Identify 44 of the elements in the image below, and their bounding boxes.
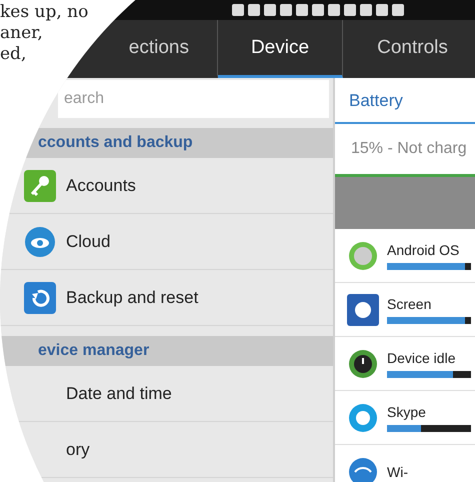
app-row[interactable]: Android OS — [335, 229, 475, 283]
notification-icon — [296, 4, 308, 16]
item-label: Date and time — [66, 384, 172, 404]
article-text: ed, — [0, 44, 26, 65]
notification-icon — [328, 4, 340, 16]
app-row[interactable]: Wi- — [335, 445, 475, 482]
article-text: aner, — [0, 23, 43, 44]
search-field[interactable]: earch — [58, 80, 329, 118]
settings-item[interactable]: ory — [0, 422, 333, 478]
item-label: ory — [66, 440, 90, 460]
section-header: evice manager — [0, 336, 333, 366]
key-icon — [24, 170, 56, 202]
notification-icon — [280, 4, 292, 16]
settings-item[interactable]: Accounts — [0, 158, 333, 214]
app-row[interactable]: Device idle — [335, 337, 475, 391]
brightness-icon — [347, 294, 379, 326]
settings-item[interactable]: Cloud — [0, 214, 333, 270]
settings-item[interactable]: Date and time — [0, 366, 333, 422]
item-label: Accounts — [66, 176, 136, 196]
panel-title: Battery — [335, 80, 475, 124]
app-name: Screen — [387, 296, 432, 312]
item-label: Backup and reset — [66, 288, 198, 308]
notification-icon — [248, 4, 260, 16]
battery-status: 15% - Not charg — [350, 139, 468, 159]
disc-icon — [347, 240, 379, 272]
settings-item[interactable]: Backup and reset — [0, 270, 333, 326]
app-name: Skype — [387, 404, 427, 420]
notification-icon — [376, 4, 388, 16]
notification-icon — [344, 4, 356, 16]
article-text: kes up, no — [0, 2, 88, 23]
notification-icon — [264, 4, 276, 16]
app-name: Device idle — [387, 350, 456, 366]
app-row[interactable]: Skype — [335, 391, 475, 445]
notification-icon — [312, 4, 324, 16]
notification-icon — [232, 4, 244, 16]
app-name: Wi- — [387, 464, 409, 480]
item-label: Cloud — [66, 232, 110, 252]
app-row[interactable]: Screen — [335, 283, 475, 337]
notification-icon — [392, 4, 404, 16]
app-name: Android OS — [387, 242, 460, 258]
backup-icon — [24, 282, 56, 314]
power-icon — [347, 348, 379, 380]
notification-icon — [360, 4, 372, 16]
skype-icon — [347, 402, 379, 434]
